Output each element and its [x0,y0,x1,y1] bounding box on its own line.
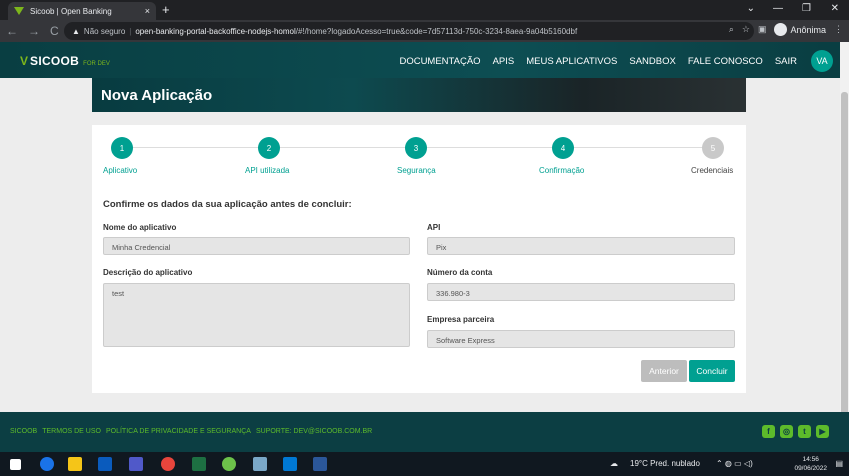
partner-field[interactable]: Software Express [427,330,735,348]
browser-tab-bar: Sicoob | Open Banking × + ⌄ — ❐ ✕ [0,0,849,20]
step-3: 3 [405,137,427,159]
windows-start-icon[interactable] [10,459,21,470]
app-tool-icon[interactable] [253,457,267,471]
nav-sandbox[interactable]: SANDBOX [629,56,675,67]
file-explorer-icon[interactable] [68,457,82,471]
profile-label: Anônima [790,24,826,35]
word-icon[interactable] [313,457,327,471]
step-4: 4 [552,137,574,159]
page-banner: Nova Aplicação [92,78,746,112]
notifications-icon[interactable]: ▤ [835,459,843,468]
previous-button[interactable]: Anterior [641,360,687,382]
windows-taskbar: ☁ 19°C Pred. nublado ⌃ ◍ ▭ ◁) 14:56 09/0… [0,452,849,476]
security-status: Não seguro [83,26,126,36]
chrome-active-icon[interactable] [161,457,175,471]
chrome-icon[interactable] [40,457,54,471]
app-green-icon[interactable] [222,457,236,471]
footer-link-privacy[interactable]: POLÍTICA DE PRIVACIDADE E SEGURANÇA [106,428,251,435]
tab-search-icon[interactable]: ⌄ [747,3,755,14]
site-header: V SICOOB FOR DEV DOCUMENTAÇÃO APIS MEUS … [0,42,849,78]
logo-subtext: FOR DEV [83,61,110,67]
main-nav: DOCUMENTAÇÃO APIS MEUS APLICATIVOS SANDB… [399,56,797,67]
description-textarea[interactable]: test [103,283,410,347]
excel-icon[interactable] [192,457,206,471]
incognito-icon [774,23,788,36]
nav-documentacao[interactable]: DOCUMENTAÇÃO [399,56,480,67]
warning-icon: ▲ [72,26,80,36]
tray-icons[interactable]: ⌃ ◍ ▭ ◁) [716,459,753,468]
reload-icon[interactable]: C [50,24,59,38]
zoom-icon[interactable]: ⌕ [729,24,734,35]
step-1-label: Aplicativo [103,166,138,175]
teams-icon[interactable] [129,457,143,471]
app-name-field[interactable]: Minha Credencial [103,237,410,255]
nav-apis[interactable]: APIS [493,56,515,67]
page-scrollbar[interactable] [840,42,849,452]
finish-button[interactable]: Concluir [689,360,735,382]
weather-text[interactable]: 19°C Pred. nublado [630,459,700,468]
sicoob-favicon-icon [14,7,24,15]
browser-actions: ⌕ ☆ ▣ Anônima ⋮ [729,23,843,36]
social-links: f ◎ t ▶ [762,425,829,438]
footer-link-support[interactable]: SUPORTE: DEV@SICOOB.COM.BR [256,428,372,435]
address-bar: ← → C ▲ Não seguro | open-banking-portal… [0,20,849,42]
facebook-icon[interactable]: f [762,425,775,438]
clock-time: 14:56 [802,456,819,463]
close-window-icon[interactable]: ✕ [831,3,839,14]
nav-fale-conosco[interactable]: FALE CONOSCO [688,56,763,67]
step-5: 5 [702,137,724,159]
tab-title: Sicoob | Open Banking [30,6,112,16]
step-1: 1 [111,137,133,159]
minimize-icon[interactable]: — [773,3,783,14]
new-tab-button[interactable]: + [162,2,170,18]
account-label: Número da conta [427,268,493,277]
nav-sair[interactable]: SAIR [775,56,797,67]
avatar[interactable]: VA [811,50,833,72]
url-host: open-banking-portal-backoffice-nodejs-ho… [135,26,296,36]
back-icon[interactable]: ← [6,24,18,38]
form-card: 1 2 3 4 5 Aplicativo API utilizada Segur… [92,125,746,393]
url-separator: | [129,26,132,36]
confirm-heading: Confirme os dados da sua aplicação antes… [103,199,352,210]
browser-menu-icon[interactable]: ⋮ [834,24,843,35]
browser-tab[interactable]: Sicoob | Open Banking × [8,2,156,20]
tab-close-icon[interactable]: × [145,6,150,16]
description-label: Descrição do aplicativo [103,268,193,277]
nav-meus-aplicativos[interactable]: MEUS APLICATIVOS [526,56,617,67]
url-input[interactable]: ▲ Não seguro | open-banking-portal-backo… [64,22,754,40]
forward-icon[interactable]: → [28,24,40,38]
sicoob-logo[interactable]: V SICOOB FOR DEV [20,54,110,68]
youtube-icon[interactable]: ▶ [816,425,829,438]
logo-text: SICOOB [30,54,80,68]
api-label: API [427,223,441,232]
footer-link-sicoob[interactable]: SICOOB [10,428,37,435]
footer-links: SICOOB TERMOS DE USO POLÍTICA DE PRIVACI… [10,428,372,435]
side-panel-icon[interactable]: ▣ [758,24,767,35]
weather-icon: ☁ [610,459,618,468]
page-title: Nova Aplicação [101,87,213,104]
scrollbar-thumb[interactable] [841,92,848,432]
partner-label: Empresa parceira [427,315,495,324]
step-3-label: Segurança [397,166,436,175]
step-2-label: API utilizada [245,166,290,175]
instagram-icon[interactable]: ◎ [780,425,793,438]
step-2: 2 [258,137,280,159]
account-field[interactable]: 336.980-3 [427,283,735,301]
bookmark-star-icon[interactable]: ☆ [742,24,750,35]
clock-date: 09/06/2022 [794,465,827,472]
sicoob-logo-mark-icon: V [20,54,29,68]
step-4-label: Confirmação [539,166,585,175]
footer-link-terms[interactable]: TERMOS DE USO [42,428,101,435]
app-name-label: Nome do aplicativo [103,223,177,232]
url-path: /#!/home?logadoAcesso=true&code=7d57113d… [295,26,578,36]
api-field[interactable]: Pix [427,237,735,255]
profile-button[interactable]: Anônima [774,23,826,36]
app-icon[interactable] [98,457,112,471]
step-5-label: Credenciais [691,166,734,175]
twitter-icon[interactable]: t [798,425,811,438]
outlook-icon[interactable] [283,457,297,471]
site-footer: SICOOB TERMOS DE USO POLÍTICA DE PRIVACI… [0,412,849,452]
restore-icon[interactable]: ❐ [802,3,811,14]
clock[interactable]: 14:56 09/06/2022 [794,455,827,473]
